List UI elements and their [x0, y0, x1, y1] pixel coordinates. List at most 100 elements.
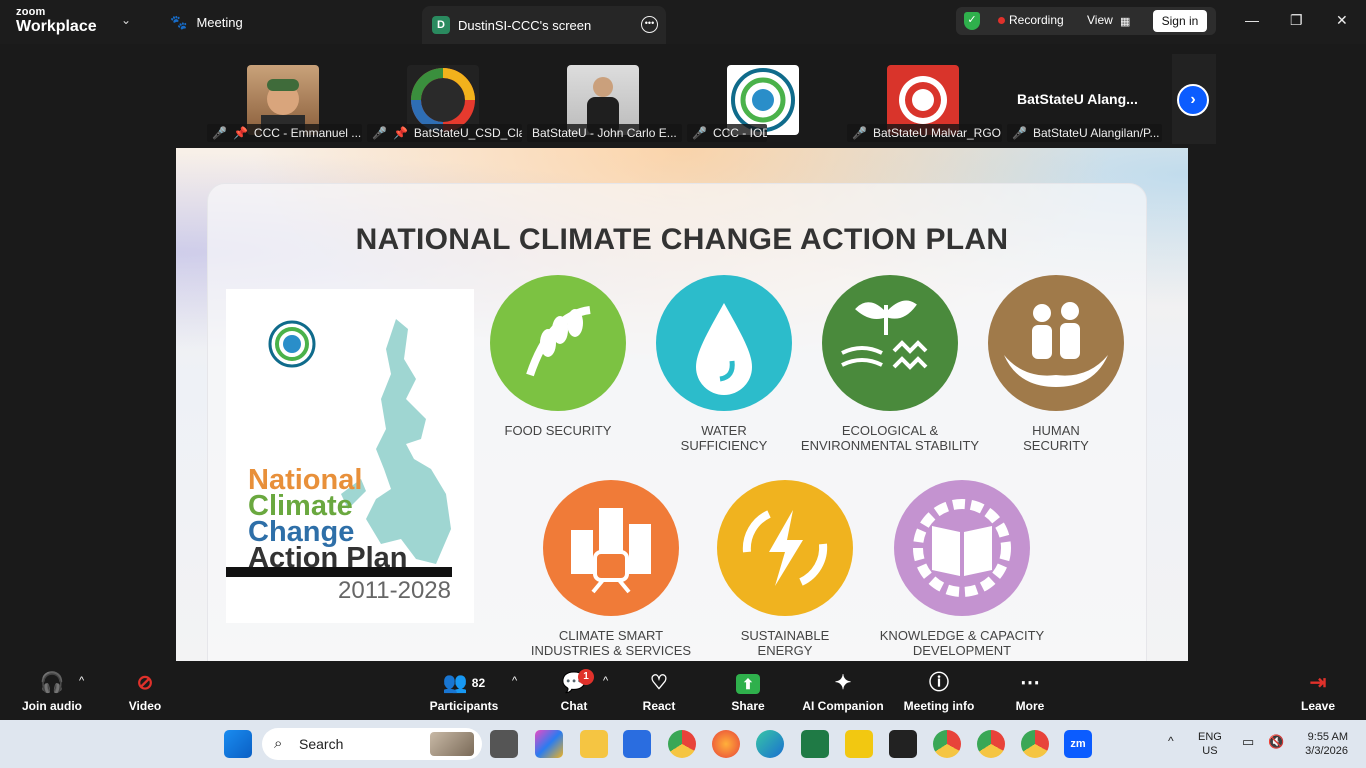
view-button[interactable]: View	[1087, 13, 1113, 27]
tab-meeting[interactable]: 🐾 Meeting	[170, 14, 243, 31]
brand-bottom-text: Workplace	[16, 18, 97, 35]
more-label: More	[1015, 699, 1045, 713]
participant-name-tile[interactable]: BatStateU Alang...	[1017, 91, 1138, 107]
brand-top-text: zoom	[16, 6, 46, 18]
taskbar-search-input[interactable]: ⌕ Search	[262, 728, 482, 760]
mic-muted-icon: 🎤	[692, 126, 707, 140]
climate-change-commission-logo	[268, 320, 316, 368]
meeting-info-label: Meeting info	[903, 699, 975, 713]
clock[interactable]: 9:55 AM 3/3/2026	[1296, 730, 1348, 758]
participant-label-3: BatStateU - John Carlo E...	[527, 124, 682, 142]
mic-muted-icon: 🎤	[212, 126, 227, 140]
tab-shared-screen[interactable]: D DustinSI-CCC's screen •••	[422, 6, 666, 44]
maximize-icon[interactable]: ❐	[1290, 12, 1303, 29]
info-icon: ⓘ	[929, 672, 949, 694]
meeting-info-button[interactable]: ⓘ Meeting info	[902, 661, 976, 720]
microsoft-store-icon[interactable]	[623, 730, 651, 758]
mic-muted-icon: 🎤	[1012, 126, 1027, 140]
language-indicator[interactable]: ENG US	[1198, 730, 1222, 758]
leave-button[interactable]: ⇥ Leave	[1296, 661, 1340, 720]
city-train-icon	[543, 480, 679, 616]
participants-icon: 👥 82	[442, 672, 486, 694]
chrome-profile-icon-2[interactable]	[977, 730, 1005, 758]
sticky-notes-icon[interactable]	[889, 730, 917, 758]
more-button[interactable]: ⋯ More	[1008, 661, 1052, 720]
power-bi-icon[interactable]	[845, 730, 873, 758]
firefox-icon[interactable]	[712, 730, 740, 758]
network-icon[interactable]: ▭	[1242, 734, 1254, 750]
participant-label-2: 🎤 📌 BatStateU_CSD_Cla...	[367, 124, 522, 142]
chat-button[interactable]: 💬 1 Chat	[548, 661, 600, 720]
recording-status[interactable]: Recording	[1009, 13, 1064, 27]
participants-count: 82	[471, 676, 486, 690]
share-icon: ⬆	[724, 667, 772, 699]
windows-start-icon[interactable]	[224, 730, 252, 758]
recording-controls: ✓ Recording View ▦ Sign in	[956, 7, 1216, 35]
pillar-food-security: FOOD SECURITY	[478, 275, 638, 438]
pin-icon: 📌	[392, 126, 408, 140]
pillar-label: WATER SUFFICIENCY	[680, 423, 768, 453]
excel-icon[interactable]	[801, 730, 829, 758]
more-dots-icon: ⋯	[1020, 672, 1040, 694]
react-button[interactable]: ♡ React	[636, 661, 682, 720]
water-drop-icon	[656, 275, 792, 411]
edge-icon[interactable]	[756, 730, 784, 758]
zoom-taskbar-icon[interactable]: zm	[1064, 730, 1092, 758]
meeting-toolbar: 🎧 Join audio ^ ⊘ Video 👥 82 Participants …	[0, 661, 1366, 720]
video-button[interactable]: ⊘ Video	[118, 661, 172, 720]
pillar-label: HUMAN SECURITY	[1023, 423, 1089, 453]
clock-date: 3/3/2026	[1305, 745, 1348, 757]
slide-title: NATIONAL CLIMATE CHANGE ACTION PLAN	[355, 223, 1009, 256]
cover-title-bar	[226, 567, 452, 577]
philippines-map-icon	[341, 319, 451, 564]
close-icon[interactable]: ✕	[1336, 12, 1348, 29]
chevron-up-icon[interactable]: ^	[512, 675, 517, 687]
chrome-icon[interactable]	[668, 730, 696, 758]
shield-check-icon[interactable]: ✓	[964, 12, 980, 30]
more-options-icon[interactable]: •••	[641, 16, 658, 33]
zoom-workplace-logo[interactable]: zoom Workplace	[16, 7, 97, 35]
lightning-cycle-icon	[717, 480, 853, 616]
region-code: US	[1202, 745, 1218, 757]
participant-name: CCC - IOD	[712, 126, 767, 140]
chevron-down-icon[interactable]: ⌄	[121, 13, 131, 27]
sign-in-button[interactable]: Sign in	[1153, 10, 1207, 32]
participant-strip: 🎤 📌 CCC - Emmanuel ... 🎤 📌 BatStateU_CSD_Cla…	[0, 44, 1366, 148]
participants-button[interactable]: 👥 82 Participants	[428, 661, 500, 720]
copilot-icon[interactable]	[535, 730, 563, 758]
chrome-profile-icon-3[interactable]	[1021, 730, 1049, 758]
volume-muted-icon[interactable]: 🔇	[1268, 734, 1284, 750]
pillar-label: SUSTAINABLE ENERGY	[740, 628, 830, 658]
next-page-button[interactable]: ›	[1172, 54, 1216, 144]
sparkle-icon: ✦	[834, 672, 852, 694]
chevron-up-icon[interactable]: ^	[1168, 734, 1174, 748]
leave-icon: ⇥	[1309, 672, 1327, 694]
ai-companion-button[interactable]: ✦ AI Companion	[802, 661, 884, 720]
participant-name: BatStateU Alangilan/P...	[1032, 126, 1160, 140]
share-label: Share	[731, 699, 765, 713]
chevron-up-icon[interactable]: ^	[79, 675, 84, 687]
join-audio-label: Join audio	[22, 699, 82, 713]
chat-badge: 1	[578, 669, 594, 685]
tab-shared-screen-label: DustinSI-CCC's screen	[458, 17, 592, 33]
chrome-profile-icon-1[interactable]	[933, 730, 961, 758]
minimize-icon[interactable]: —	[1245, 12, 1259, 28]
language-code: ENG	[1198, 731, 1222, 743]
grid-view-icon[interactable]: ▦	[1120, 15, 1130, 28]
participant-name: CCC - Emmanuel ...	[253, 126, 362, 140]
video-label: Video	[128, 699, 162, 713]
cover-years: 2011-2028	[338, 577, 451, 604]
participant-name: BatStateU - John Carlo E...	[532, 126, 677, 140]
participant-name: BatStateU_CSD_Cla...	[413, 126, 522, 140]
join-audio-button[interactable]: 🎧 Join audio	[18, 661, 86, 720]
pillar-label: FOOD SECURITY	[504, 423, 612, 438]
task-view-icon[interactable]	[490, 730, 518, 758]
chevron-up-icon[interactable]: ^	[603, 675, 608, 687]
file-explorer-icon[interactable]	[580, 730, 608, 758]
pillar-water-sufficiency: WATER SUFFICIENCY	[644, 275, 804, 453]
share-button[interactable]: ⬆ Share	[724, 661, 772, 720]
pillar-label: KNOWLEDGE & CAPACITY DEVELOPMENT	[879, 628, 1045, 658]
leave-label: Leave	[1300, 699, 1336, 713]
pillar-sustainable-energy: SUSTAINABLE ENERGY	[705, 480, 865, 658]
participant-label-6: 🎤 BatStateU Alangilan/P...	[1007, 124, 1162, 142]
